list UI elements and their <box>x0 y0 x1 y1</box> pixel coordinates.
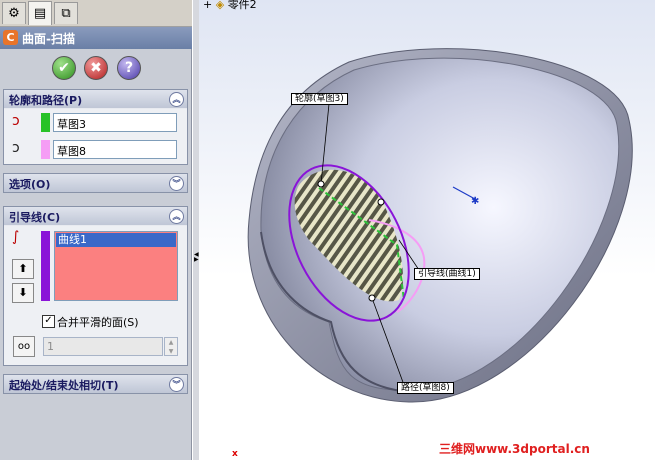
profile-callout[interactable]: 轮廓(草图3) <box>291 93 348 105</box>
profile-color-swatch <box>41 113 50 132</box>
path-callout[interactable]: 路径(草图8) <box>397 382 454 394</box>
cancel-button[interactable]: ✖ <box>84 56 108 80</box>
tangency-heading: 起始处/结束处相切(T) <box>9 379 119 392</box>
path-field[interactable]: 草图8 <box>53 140 177 159</box>
show-sections-button[interactable]: oo <box>13 336 35 357</box>
section-number-field[interactable]: 1 <box>43 337 163 356</box>
path-select-icon: ↄ <box>12 140 20 156</box>
feature-title: 曲面-扫描 <box>22 32 75 46</box>
ok-button[interactable]: ✔ <box>52 56 76 80</box>
property-manager-icon[interactable]: ▤ <box>28 1 52 25</box>
property-manager-panel: ⚙ ▤ ⧉ C 曲面-扫描 ✔ ✖ ? 轮廓和路径(P) ︽ ↄ 草图3 ↄ 草… <box>0 0 192 460</box>
guide-curves-group: 引导线(C) ︽ ∫ 曲线1 ⬆ ⬇ ✓ 合并平滑的面(S) oo 1 ▲ ▼ <box>3 206 188 366</box>
watermark: 三维网www.3dportal.cn <box>439 442 590 456</box>
guide-curves-heading: 引导线(C) <box>9 211 61 224</box>
profile-path-heading: 轮廓和路径(P) <box>9 94 83 107</box>
tangency-group: 起始处/结束处相切(T) ︾ <box>3 374 188 394</box>
profile-field[interactable]: 草图3 <box>53 113 177 132</box>
triad-icon: ✱ <box>471 196 479 207</box>
options-group: 选项(O) ︾ <box>3 173 188 193</box>
options-heading: 选项(O) <box>9 178 51 191</box>
profile-path-group: 轮廓和路径(P) ︽ ↄ 草图3 ↄ 草图8 <box>3 89 188 165</box>
profile-select-icon: ↄ <box>12 113 20 129</box>
merge-faces-label: 合并平滑的面(S) <box>57 316 139 329</box>
guide-curves-list[interactable]: 曲线1 <box>54 231 178 301</box>
guide-callout[interactable]: 引导线(曲线1) <box>414 268 480 280</box>
guide-curves-header[interactable]: 引导线(C) ︽ <box>4 207 187 225</box>
merge-faces-checkbox[interactable]: ✓ <box>42 315 55 328</box>
guide-color-swatch <box>41 231 50 301</box>
tangency-header[interactable]: 起始处/结束处相切(T) ︾ <box>4 375 187 393</box>
path-color-swatch <box>41 140 50 159</box>
collapse-chevron-icon[interactable]: ︽ <box>169 209 184 224</box>
feature-title-bar: C 曲面-扫描 <box>0 27 192 49</box>
manager-tabs: ⚙ ▤ ⧉ <box>0 0 192 27</box>
section-spinner[interactable]: ▲ ▼ <box>164 337 178 356</box>
configuration-manager-icon[interactable]: ⧉ <box>54 2 78 24</box>
feature-manager-icon[interactable]: ⚙ <box>2 2 26 24</box>
expand-chevron-icon[interactable]: ︾ <box>169 377 184 392</box>
graphics-viewport[interactable]: + ◈ 零件2 ✱ 轮廓(草图3) 引导线(曲线1) 路径(草图8) x 三维网… <box>199 0 655 460</box>
profile-path-body: ↄ 草图3 ↄ 草图8 <box>4 109 187 164</box>
guide-curves-body: ∫ 曲线1 ⬆ ⬇ ✓ 合并平滑的面(S) oo 1 ▲ ▼ <box>4 226 187 365</box>
path-handle[interactable] <box>368 294 376 302</box>
origin-x-marker: x <box>232 449 238 459</box>
profile-handle[interactable] <box>317 180 325 188</box>
guide-select-icon: ∫ <box>12 229 20 245</box>
move-up-button[interactable]: ⬆ <box>12 259 34 279</box>
options-header[interactable]: 选项(O) ︾ <box>4 174 187 192</box>
move-down-button[interactable]: ⬇ <box>12 283 34 303</box>
guide-handle[interactable] <box>377 198 385 206</box>
help-button[interactable]: ? <box>117 56 141 80</box>
expand-chevron-icon[interactable]: ︾ <box>169 176 184 191</box>
list-item[interactable]: 曲线1 <box>56 233 176 247</box>
collapse-chevron-icon[interactable]: ︽ <box>169 92 184 107</box>
profile-path-header[interactable]: 轮廓和路径(P) ︽ <box>4 90 187 108</box>
surface-sweep-icon: C <box>3 30 18 45</box>
